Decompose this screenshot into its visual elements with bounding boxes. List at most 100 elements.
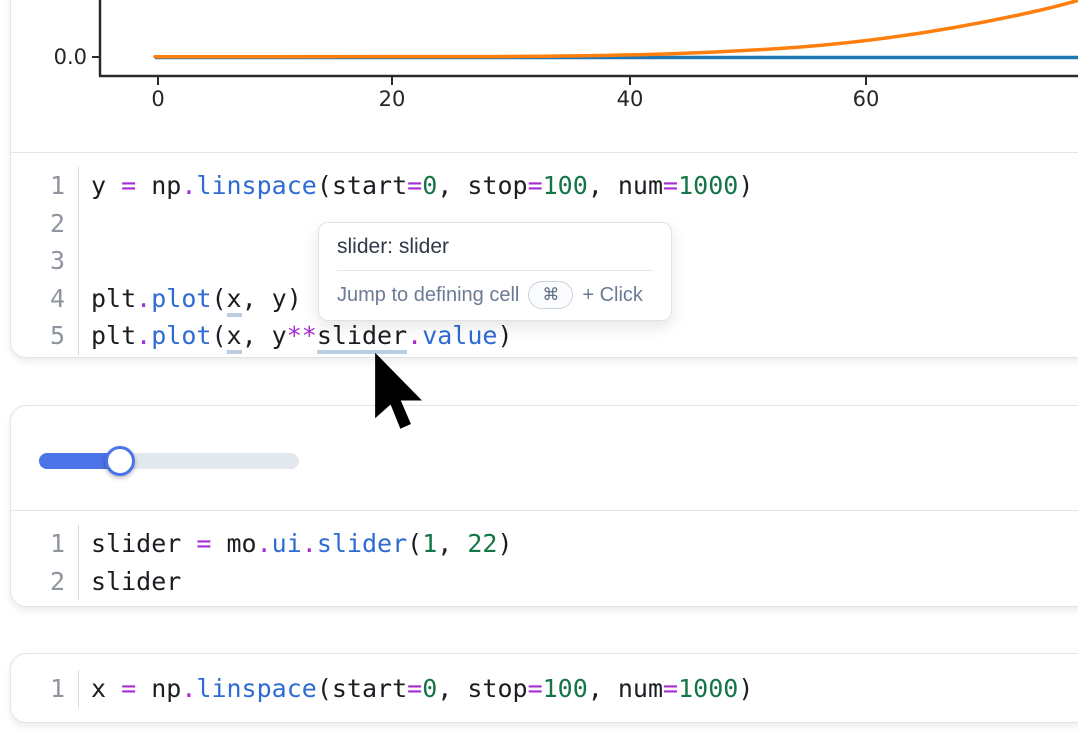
code-token[interactable]: , stop	[437, 674, 527, 703]
code-token[interactable]: 1000	[678, 171, 738, 200]
code-token[interactable]: 1000	[678, 674, 738, 703]
code-token-underlined[interactable]: x	[227, 284, 242, 317]
code-token[interactable]: =	[121, 171, 136, 200]
code-token[interactable]: (	[407, 529, 422, 558]
code-token[interactable]: (start	[317, 171, 407, 200]
code-text[interactable]: x = np.linspace(start=0, stop=100, num=1…	[79, 674, 753, 703]
x-tick-label: 20	[379, 87, 406, 111]
code-line[interactable]: 2 slider	[11, 563, 1078, 601]
code-token[interactable]: =	[121, 674, 136, 703]
code-token[interactable]: (	[211, 284, 226, 313]
code-token[interactable]: (start	[317, 674, 407, 703]
code-token[interactable]: )	[738, 674, 753, 703]
notebook-cell-x: 1x = np.linspace(start=0, stop=100, num=…	[10, 653, 1078, 723]
code-editor-x[interactable]: 1x = np.linspace(start=0, stop=100, num=…	[11, 654, 1078, 708]
code-line[interactable]: 1slider = mo.ui.slider(1, 22)	[11, 525, 1078, 563]
tooltip-divider	[337, 270, 653, 271]
code-token[interactable]: ui	[272, 529, 302, 558]
code-line[interactable]: 1x = np.linspace(start=0, stop=100, num=…	[11, 670, 1078, 708]
tooltip-shortcut-suffix: + Click	[582, 284, 643, 307]
line-number: 2	[11, 563, 79, 601]
line-number: 2	[11, 205, 79, 243]
notebook-cell-slider: 1slider = mo.ui.slider(1, 22)2slider	[10, 405, 1078, 607]
line-number: 5	[11, 317, 79, 355]
line-number: 1	[11, 670, 79, 708]
code-line[interactable]: 5plt.plot(x, y**slider.value)	[11, 317, 1078, 355]
y-tick-label: 0.0	[54, 45, 87, 69]
tooltip-action-label: Jump to defining cell	[337, 284, 519, 307]
code-token[interactable]: , y	[242, 321, 287, 350]
line-number: 1	[11, 167, 79, 205]
code-text[interactable]: slider	[79, 567, 181, 596]
code-token[interactable]: =	[407, 674, 422, 703]
code-token[interactable]: **	[287, 321, 317, 350]
code-token[interactable]: plt	[91, 284, 136, 313]
code-token[interactable]: np	[136, 674, 181, 703]
slider-handle[interactable]	[105, 446, 135, 476]
code-token[interactable]: .	[302, 529, 317, 558]
code-token[interactable]: , num	[588, 674, 663, 703]
code-token[interactable]: ,	[437, 529, 467, 558]
code-token[interactable]: )	[497, 321, 512, 350]
code-token[interactable]: =	[528, 674, 543, 703]
variable-tooltip: slider: slider Jump to defining cell ⌘ +…	[318, 222, 672, 321]
code-token[interactable]: 100	[543, 171, 588, 200]
code-token[interactable]: .	[181, 171, 196, 200]
code-token[interactable]: , num	[588, 171, 663, 200]
code-token[interactable]: .	[181, 674, 196, 703]
code-token[interactable]: 0	[422, 674, 437, 703]
code-token[interactable]: .	[257, 529, 272, 558]
code-token[interactable]: 22	[467, 529, 497, 558]
matplotlib-chart: 0.0 0 20 40 60	[11, 0, 1078, 122]
code-token[interactable]: slider	[91, 529, 196, 558]
notebook-page: 0.0 0 20 40 60 1y = np.linspace(start=0,…	[0, 0, 1078, 746]
x-tick-label: 60	[853, 87, 880, 111]
code-token[interactable]: plt	[91, 321, 136, 350]
mouse-cursor-icon	[372, 351, 426, 435]
code-token[interactable]: )	[738, 171, 753, 200]
slider-track[interactable]	[39, 453, 299, 469]
code-token[interactable]: =	[663, 171, 678, 200]
line-series-power	[155, 0, 1078, 57]
code-token[interactable]: np	[136, 171, 181, 200]
code-token-underlined[interactable]: x	[227, 321, 242, 354]
code-token[interactable]: slider	[91, 567, 181, 596]
code-token[interactable]: =	[407, 171, 422, 200]
code-token[interactable]: mo	[211, 529, 256, 558]
code-token[interactable]: x	[91, 674, 121, 703]
code-token[interactable]: .	[407, 321, 422, 350]
code-token[interactable]: y	[91, 171, 121, 200]
line-number: 4	[11, 280, 79, 318]
code-token[interactable]: , stop	[437, 171, 527, 200]
code-token-underlined[interactable]: slider	[317, 321, 407, 354]
line-number: 1	[11, 525, 79, 563]
code-text[interactable]: y = np.linspace(start=0, stop=100, num=1…	[79, 171, 753, 200]
code-token[interactable]: 0	[422, 171, 437, 200]
code-token[interactable]: =	[196, 529, 211, 558]
code-token[interactable]: =	[528, 171, 543, 200]
code-token[interactable]: )	[497, 529, 512, 558]
slider-output	[11, 406, 1078, 510]
x-tick-label: 0	[151, 87, 164, 111]
code-token[interactable]: linspace	[196, 171, 316, 200]
code-text[interactable]: plt.plot(x, y**slider.value)	[79, 321, 513, 350]
code-text[interactable]: plt.plot(x, y)	[79, 284, 302, 313]
code-token[interactable]: (	[211, 321, 226, 350]
code-token[interactable]: 100	[543, 674, 588, 703]
code-text[interactable]: slider = mo.ui.slider(1, 22)	[79, 529, 513, 558]
code-token[interactable]: plot	[151, 321, 211, 350]
code-token[interactable]: plot	[151, 284, 211, 313]
x-tick-label: 40	[617, 87, 644, 111]
code-token[interactable]: linspace	[196, 674, 316, 703]
tooltip-title: slider: slider	[337, 235, 653, 259]
code-token[interactable]: .	[136, 284, 151, 313]
code-editor-slider[interactable]: 1slider = mo.ui.slider(1, 22)2slider	[11, 511, 1078, 600]
code-line[interactable]: 1y = np.linspace(start=0, stop=100, num=…	[11, 167, 1078, 205]
code-token[interactable]: , y)	[242, 284, 302, 313]
code-token[interactable]: =	[663, 674, 678, 703]
line-number: 3	[11, 242, 79, 280]
code-token[interactable]: slider	[317, 529, 407, 558]
code-token[interactable]: .	[136, 321, 151, 350]
code-token[interactable]: 1	[422, 529, 437, 558]
code-token[interactable]: value	[422, 321, 497, 350]
